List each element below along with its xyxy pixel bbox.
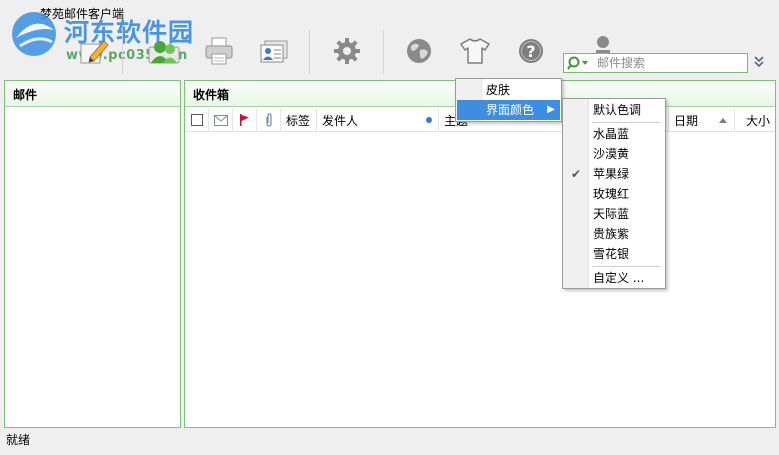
search-icon[interactable] <box>567 55 591 72</box>
color-option-label: 玫瑰红 <box>593 187 630 201</box>
menu-item-skin-label: 皮肤 <box>486 83 511 97</box>
color-option-default[interactable]: 默认色调 <box>564 100 664 120</box>
settings-button[interactable] <box>329 33 365 69</box>
paperclip-icon <box>265 113 272 127</box>
sort-ascending-icon <box>719 118 727 123</box>
tag-column-label: 标签 <box>286 113 311 128</box>
priority-dot-icon <box>426 117 432 123</box>
search-box[interactable] <box>563 53 748 73</box>
menu-item-interface-color[interactable]: 界面颜色 ▶ <box>457 100 560 120</box>
flag-icon <box>240 114 249 126</box>
inbox-panel: 收件箱 标签 发件人 主题 <box>184 80 776 428</box>
color-option-desert-yellow[interactable]: 沙漠黄 <box>564 144 664 164</box>
submenu-arrow-icon: ▶ <box>547 104 555 115</box>
sender-column-header[interactable]: 发件人 <box>317 108 439 132</box>
tshirt-skin-icon <box>460 38 490 64</box>
menu-item-skin[interactable]: 皮肤 <box>457 80 560 100</box>
svg-text:?: ? <box>526 42 535 61</box>
gear-icon <box>334 38 360 64</box>
status-bar-text: 就绪 <box>6 433 31 447</box>
toolbar-overflow-chevron-icon[interactable] <box>752 55 766 69</box>
mail-folder-panel: 邮件 <box>4 80 181 428</box>
checkmark-icon: ✔ <box>571 167 582 181</box>
card-button[interactable] <box>256 33 292 69</box>
color-option-snow-silver[interactable]: 雪花银 <box>564 244 664 264</box>
globe-icon <box>407 39 431 63</box>
help-button[interactable]: ? <box>513 33 549 69</box>
account-button[interactable] <box>585 33 621 55</box>
network-button[interactable] <box>401 33 437 69</box>
sender-column-label: 发件人 <box>322 113 359 128</box>
skin-menu: 皮肤 界面颜色 ▶ <box>455 78 562 122</box>
date-column-header[interactable]: 日期 <box>669 108 735 132</box>
envelope-icon <box>213 114 228 126</box>
color-option-label: 雪花银 <box>593 247 630 261</box>
color-option-apple-green[interactable]: ✔ 苹果绿 <box>564 164 664 184</box>
contacts-button[interactable] <box>146 33 182 69</box>
read-status-column[interactable] <box>209 108 233 132</box>
skin-button[interactable] <box>457 33 493 69</box>
address-card-icon <box>260 40 288 63</box>
watermark-logo-icon <box>12 12 56 56</box>
contacts-people-icon <box>148 41 180 64</box>
mail-panel-title: 邮件 <box>5 81 180 107</box>
color-option-custom[interactable]: 自定义 ... <box>564 268 664 288</box>
color-option-label: 苹果绿 <box>593 167 630 181</box>
compose-button[interactable] <box>76 33 112 69</box>
tag-column-header[interactable]: 标签 <box>281 108 317 132</box>
color-option-label: 水晶蓝 <box>593 127 630 141</box>
select-all-checkbox-column[interactable] <box>185 108 209 132</box>
help-question-icon: ? <box>519 39 543 63</box>
date-column-label: 日期 <box>674 113 699 128</box>
color-option-sky-blue[interactable]: 天际蓝 <box>564 204 664 224</box>
flag-column[interactable] <box>233 108 257 132</box>
user-avatar-icon <box>596 36 610 54</box>
color-option-label: 沙漠黄 <box>593 147 630 161</box>
color-option-label: 天际蓝 <box>593 207 630 221</box>
color-option-label: 默认色调 <box>593 103 642 117</box>
menu-item-interface-color-label: 界面颜色 <box>486 103 535 117</box>
color-option-noble-purple[interactable]: 贵族紫 <box>564 224 664 244</box>
color-option-crystal-blue[interactable]: 水晶蓝 <box>564 124 664 144</box>
size-column-label: 大小 <box>745 113 770 128</box>
checkbox-icon[interactable] <box>190 114 203 126</box>
attachment-column[interactable] <box>257 108 281 132</box>
print-button[interactable] <box>201 33 237 69</box>
color-option-rose-red[interactable]: 玫瑰红 <box>564 184 664 204</box>
printer-icon <box>205 37 233 65</box>
color-option-label: 自定义 ... <box>593 271 645 285</box>
size-column-header[interactable]: 大小 <box>735 108 775 132</box>
search-input[interactable] <box>597 55 745 71</box>
pencil-compose-icon <box>80 40 109 64</box>
interface-color-submenu: 默认色调 水晶蓝 沙漠黄 ✔ 苹果绿 玫瑰红 天际蓝 贵族紫 雪花银 自定义 .… <box>562 98 666 289</box>
color-option-label: 贵族紫 <box>593 227 630 241</box>
